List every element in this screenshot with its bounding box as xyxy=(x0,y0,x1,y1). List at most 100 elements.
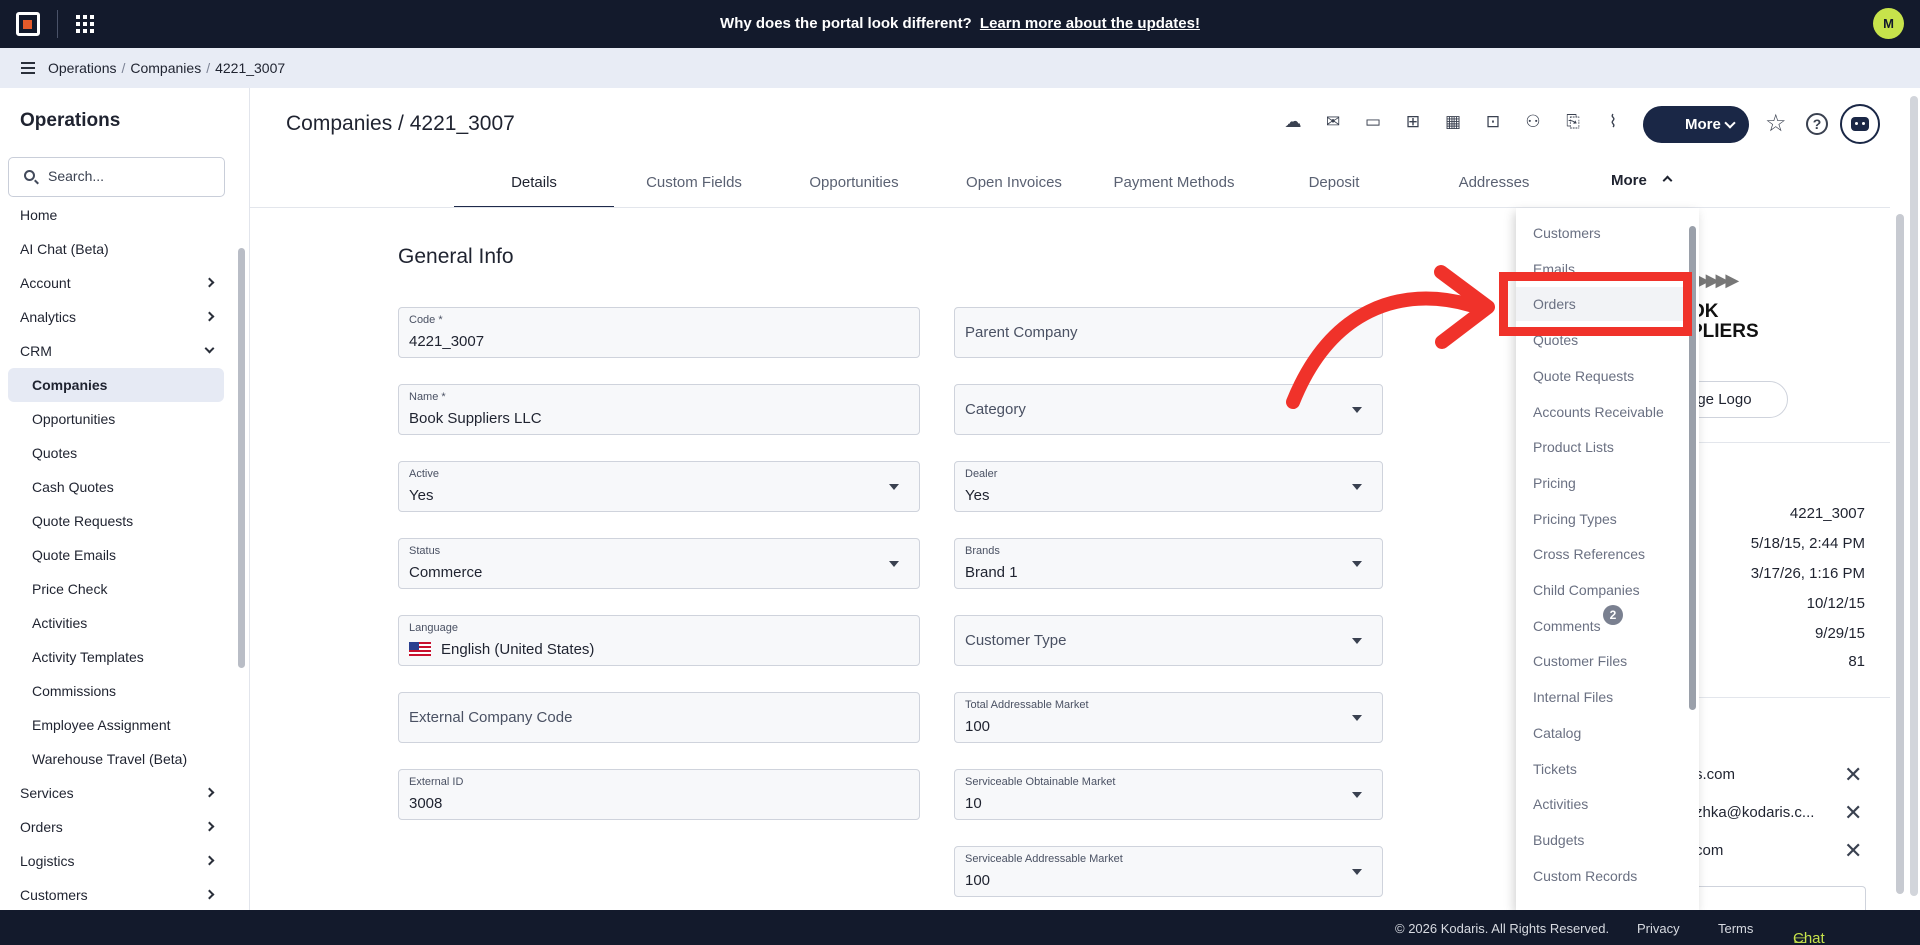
tab-more[interactable]: More xyxy=(1611,172,1673,189)
sidebar-scrollbar[interactable] xyxy=(238,248,245,668)
sidebar-item-ai-chat-beta[interactable]: AI Chat (Beta) xyxy=(0,232,236,266)
sidebar-item-home[interactable]: Home xyxy=(0,198,236,232)
menu-item-quote-requests[interactable]: Quote Requests xyxy=(1533,368,1634,384)
announcement-link[interactable]: Learn more about the updates! xyxy=(980,15,1200,32)
sidebar-item-employee-assignment[interactable]: Employee Assignment xyxy=(0,708,236,742)
tab-details[interactable]: Details xyxy=(454,166,614,208)
sidebar-item-activities[interactable]: Activities xyxy=(0,606,236,640)
privacy-link[interactable]: Privacy xyxy=(1637,921,1680,936)
search-input[interactable] xyxy=(48,168,208,184)
brands-select[interactable]: Brands Brand 1 xyxy=(954,538,1383,589)
external-id-field[interactable]: External ID 3008 xyxy=(398,769,920,820)
sidebar-item-quotes[interactable]: Quotes xyxy=(0,436,236,470)
sidebar-item-warehouse-travel-beta[interactable]: Warehouse Travel (Beta) xyxy=(0,742,236,776)
menu-item-pricing[interactable]: Pricing xyxy=(1533,475,1576,491)
menu-item-child-companies[interactable]: Child Companies xyxy=(1533,582,1640,598)
menu-item-customers[interactable]: Customers xyxy=(1533,225,1601,241)
person-add-icon[interactable]: ⚇ xyxy=(1522,111,1544,133)
customer-type-select[interactable]: Customer Type xyxy=(954,615,1383,666)
remove-email-icon[interactable]: ✕ xyxy=(1844,764,1862,786)
chevron-right-icon xyxy=(204,855,215,866)
sidebar-item-quote-emails[interactable]: Quote Emails xyxy=(0,538,236,572)
breadcrumb-item[interactable]: Companies xyxy=(130,60,201,76)
field-value: English (United States) xyxy=(409,641,594,658)
gift-card-icon[interactable]: ⊞ xyxy=(1402,111,1424,133)
sidebar-search[interactable] xyxy=(8,157,225,197)
cloud-upload-icon[interactable]: ☁ xyxy=(1282,111,1304,133)
sidebar-item-companies[interactable]: Companies xyxy=(8,368,224,402)
email-value: s.com xyxy=(1695,766,1736,783)
sidebar-item-opportunities[interactable]: Opportunities xyxy=(0,402,236,436)
menu-item-accounts-receivable[interactable]: Accounts Receivable xyxy=(1533,404,1664,420)
presentation-add-icon[interactable]: ⊡ xyxy=(1482,111,1504,133)
sidebar-item-price-check[interactable]: Price Check xyxy=(0,572,236,606)
menu-item-comments[interactable]: Comments xyxy=(1533,618,1601,634)
name-field[interactable]: Name * Book Suppliers LLC xyxy=(398,384,920,435)
sidebar-item-cash-quotes[interactable]: Cash Quotes xyxy=(0,470,236,504)
som-select[interactable]: Serviceable Obtainable Market 10 xyxy=(954,769,1383,820)
menu-item-pricing-types[interactable]: Pricing Types xyxy=(1533,511,1617,527)
sidebar-item-customers[interactable]: Customers xyxy=(0,878,236,910)
active-select[interactable]: Active Yes xyxy=(398,461,920,512)
file-add-icon[interactable]: ⎘ xyxy=(1562,111,1584,133)
assistant-bot-icon[interactable] xyxy=(1840,104,1880,144)
tab-addresses[interactable]: Addresses xyxy=(1414,166,1574,208)
tab-opportunities[interactable]: Opportunities xyxy=(774,166,934,208)
tab-payment-methods[interactable]: Payment Methods xyxy=(1094,166,1254,208)
menu-item-budgets[interactable]: Budgets xyxy=(1533,832,1584,848)
menu-item-cross-references[interactable]: Cross References xyxy=(1533,546,1645,562)
terms-link[interactable]: Terms xyxy=(1718,921,1753,936)
menu-item-activities[interactable]: Activities xyxy=(1533,796,1588,812)
sidebar-item-activity-templates[interactable]: Activity Templates xyxy=(0,640,236,674)
menu-item-internal-files[interactable]: Internal Files xyxy=(1533,689,1613,705)
tab-custom-fields[interactable]: Custom Fields xyxy=(614,166,774,208)
announcement: Why does the portal look different? Lear… xyxy=(0,15,1920,32)
language-field[interactable]: Language English (United States) xyxy=(398,615,920,666)
external-company-code-field[interactable]: External Company Code xyxy=(398,692,920,743)
building-money-icon[interactable]: ▦ xyxy=(1442,111,1464,133)
sidebar-item-commissions[interactable]: Commissions xyxy=(0,674,236,708)
tab-open-invoices[interactable]: Open Invoices xyxy=(934,166,1094,208)
meta-value: 9/29/15 xyxy=(1814,625,1865,642)
page-scrollbar[interactable] xyxy=(1910,96,1918,896)
logo-text-line: PLIERS xyxy=(1690,321,1759,342)
panel-scrollbar[interactable] xyxy=(1896,214,1904,894)
menu-item-custom-records[interactable]: Custom Records xyxy=(1533,868,1637,884)
user-avatar[interactable]: M xyxy=(1873,8,1904,39)
sidebar-item-quote-requests[interactable]: Quote Requests xyxy=(0,504,236,538)
category-select[interactable]: Category xyxy=(954,384,1383,435)
remove-email-icon[interactable]: ✕ xyxy=(1844,840,1862,862)
sidebar-item-crm[interactable]: CRM xyxy=(0,334,236,368)
card-check-icon[interactable]: ▭ xyxy=(1362,111,1384,133)
sam-select[interactable]: Serviceable Addressable Market 100 xyxy=(954,846,1383,897)
status-select[interactable]: Status Commerce xyxy=(398,538,920,589)
menu-item-catalog[interactable]: Catalog xyxy=(1533,725,1581,741)
sidebar-item-analytics[interactable]: Analytics xyxy=(0,300,236,334)
sidebar-item-logistics[interactable]: Logistics xyxy=(0,844,236,878)
sidebar-item-services[interactable]: Services xyxy=(0,776,236,810)
dealer-select[interactable]: Dealer Yes xyxy=(954,461,1383,512)
star-icon[interactable]: ☆ xyxy=(1765,112,1787,136)
field-value: Commerce xyxy=(409,564,483,581)
email-input[interactable] xyxy=(1690,886,1866,910)
sidebar-item-account[interactable]: Account xyxy=(0,266,236,300)
remove-email-icon[interactable]: ✕ xyxy=(1844,802,1862,824)
tam-select[interactable]: Total Addressable Market 100 xyxy=(954,692,1383,743)
breadcrumb-item[interactable]: Operations xyxy=(48,60,116,76)
field-placeholder: Parent Company xyxy=(965,324,1078,341)
more-button[interactable]: More xyxy=(1643,106,1749,143)
tab-bar: Details Custom Fields Opportunities Open In… xyxy=(454,166,1574,208)
parent-company-field[interactable]: Parent Company xyxy=(954,307,1383,358)
menu-item-customer-files[interactable]: Customer Files xyxy=(1533,653,1627,669)
menu-item-tickets[interactable]: Tickets xyxy=(1533,761,1577,777)
menu-icon[interactable] xyxy=(21,62,35,74)
dropdown-arrow-icon xyxy=(1352,869,1362,875)
mail-icon[interactable]: ✉ xyxy=(1322,111,1344,133)
code-field[interactable]: Code * 4221_3007 xyxy=(398,307,920,358)
help-icon[interactable]: ? xyxy=(1806,113,1828,135)
dropdown-arrow-icon xyxy=(1352,792,1362,798)
tab-deposit[interactable]: Deposit xyxy=(1254,166,1414,208)
menu-item-product-lists[interactable]: Product Lists xyxy=(1533,439,1614,455)
sidebar-item-orders[interactable]: Orders xyxy=(0,810,236,844)
paperclip-icon[interactable]: ⌇ xyxy=(1602,111,1624,133)
